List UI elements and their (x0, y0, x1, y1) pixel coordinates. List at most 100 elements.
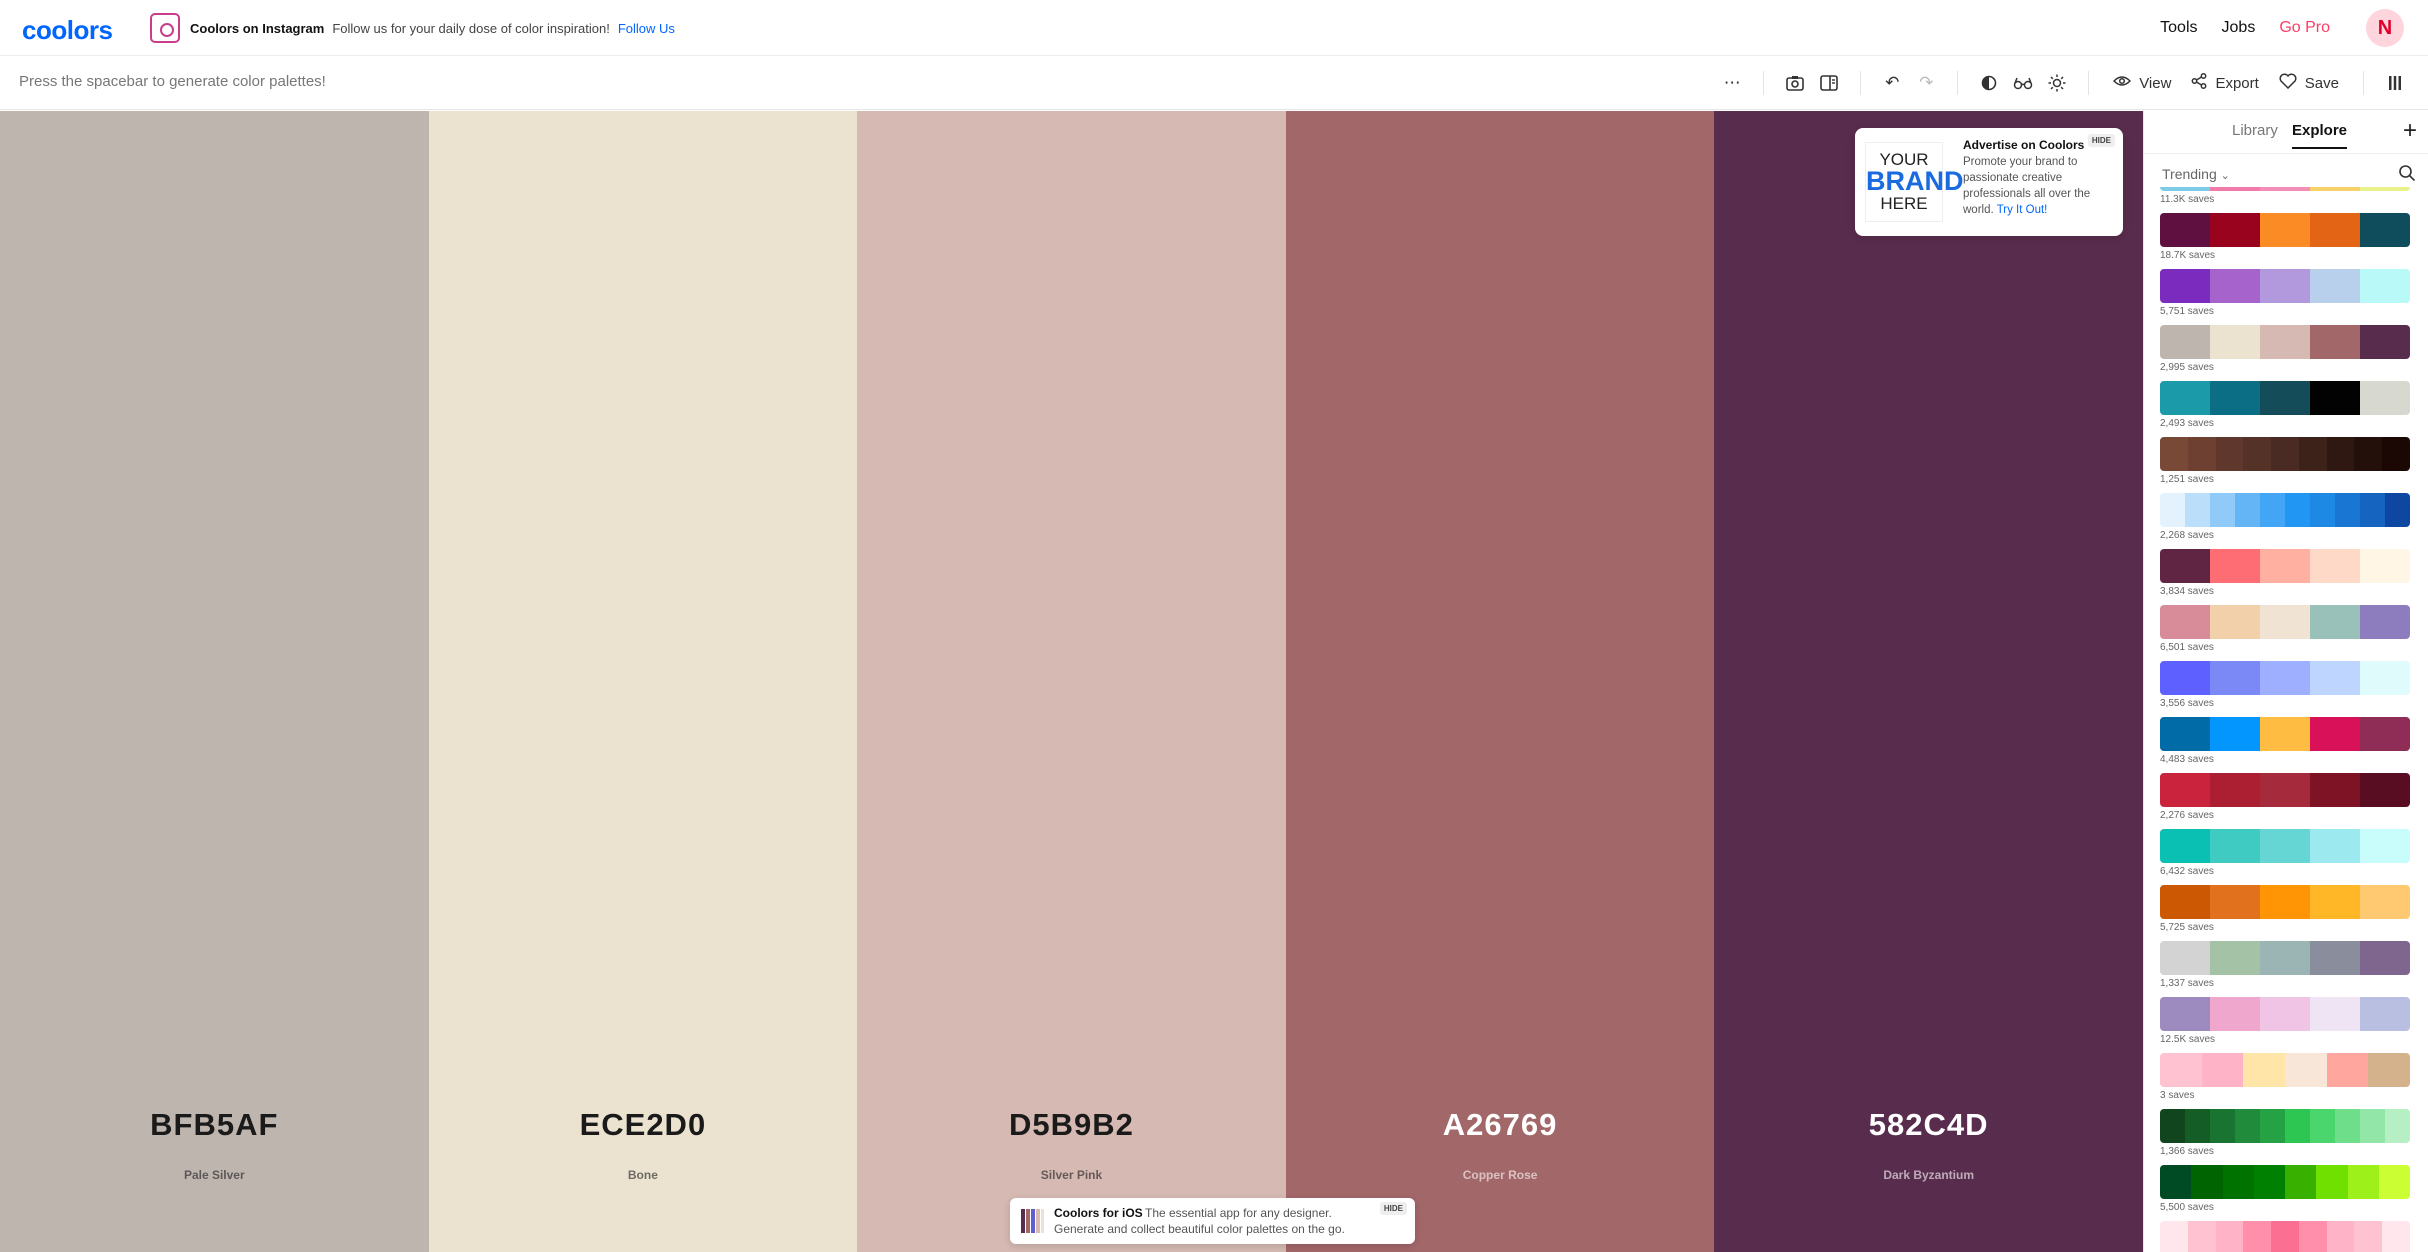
columns-menu-icon[interactable] (2378, 56, 2412, 110)
explore-palette-item[interactable]: 5,751 saves (2160, 269, 2410, 325)
explore-palette-item[interactable]: 11.3K saves (2160, 187, 2410, 213)
nav-jobs[interactable]: Jobs (2222, 19, 2256, 37)
ad-hide-button[interactable]: HIDE (2087, 134, 2115, 147)
explore-palette-item[interactable]: 2,276 saves (2160, 773, 2410, 829)
tab-explore[interactable]: Explore (2292, 122, 2348, 149)
save-count: 2,493 saves (2160, 418, 2214, 429)
panel-tabs: Library Explore + (2144, 111, 2428, 154)
explore-palette-item[interactable]: 2,268 saves (2160, 493, 2410, 549)
palette-swatch-bar[interactable] (2160, 885, 2410, 919)
save-button[interactable]: Save (2269, 56, 2349, 110)
palette-swatch (2310, 773, 2360, 807)
explore-palette-item[interactable]: 6,501 saves (2160, 605, 2410, 661)
color-column[interactable]: BFB5AF Pale Silver (0, 111, 429, 1252)
palette-swatch-bar[interactable] (2160, 549, 2410, 583)
ios-banner-text: The essential app for any designer. (1145, 1206, 1332, 1220)
explore-palette-item[interactable]: 1,251 saves (2160, 437, 2410, 493)
color-hex[interactable]: BFB5AF (0, 1107, 429, 1143)
palette-swatch (2160, 325, 2210, 359)
color-hex[interactable]: A26769 (1286, 1107, 1715, 1143)
ad-try-link[interactable]: Try It Out! (1997, 204, 2048, 216)
palette-swatch (2210, 269, 2260, 303)
palette-swatch-bar[interactable] (2160, 661, 2410, 695)
palette-swatch (2310, 325, 2360, 359)
explore-palette-item[interactable] (2160, 1221, 2410, 1252)
palette-swatch (2222, 1165, 2254, 1199)
more-options-icon[interactable]: ⋯ (1715, 56, 1749, 110)
toolbar-actions: ⋯ ↶ ↷ View Export Save (1715, 56, 2428, 110)
color-column[interactable]: A26769 Copper Rose (1285, 111, 1715, 1252)
palette-swatch-bar[interactable] (2160, 717, 2410, 751)
palette-swatch-bar[interactable] (2160, 829, 2410, 863)
search-icon[interactable] (2398, 164, 2416, 182)
palette-swatch-bar[interactable] (2160, 997, 2410, 1031)
redo-icon[interactable]: ↷ (1909, 56, 1943, 110)
explore-palette-item[interactable]: 18.7K saves (2160, 213, 2410, 269)
sun-icon[interactable] (2040, 56, 2074, 110)
color-hex[interactable]: D5B9B2 (857, 1107, 1286, 1143)
palette-swatch (2160, 885, 2210, 919)
explore-palette-item[interactable]: 1,337 saves (2160, 941, 2410, 997)
color-hex[interactable]: ECE2D0 (429, 1107, 858, 1143)
palette-swatch-bar[interactable] (2160, 1109, 2410, 1143)
glasses-icon[interactable] (2006, 56, 2040, 110)
side-panel-icon[interactable] (1812, 56, 1846, 110)
palette-swatch-bar[interactable] (2160, 1053, 2410, 1087)
palette-swatch-bar[interactable] (2160, 437, 2410, 471)
palette-swatch-bar[interactable] (2160, 187, 2410, 191)
palette-swatch (2360, 1109, 2385, 1143)
camera-icon[interactable] (1778, 56, 1812, 110)
color-column[interactable]: D5B9B2 Silver Pink (857, 111, 1286, 1252)
export-button[interactable]: Export (2181, 56, 2268, 110)
explore-palette-item[interactable]: 2,493 saves (2160, 381, 2410, 437)
palette-swatch (2215, 437, 2244, 471)
explore-palette-item[interactable]: 6,432 saves (2160, 829, 2410, 885)
follow-us-link[interactable]: Follow Us (618, 21, 675, 36)
promo-title: Coolors on Instagram (190, 20, 325, 36)
palette-swatch (2235, 493, 2260, 527)
contrast-icon[interactable] (1972, 56, 2006, 110)
palette-swatch-bar[interactable] (2160, 269, 2410, 303)
explore-palette-item[interactable]: 3 saves (2160, 1053, 2410, 1109)
ios-hide-button[interactable]: HIDE (1379, 1202, 1407, 1215)
explore-palette-item[interactable]: 3,834 saves (2160, 549, 2410, 605)
palette-swatch-bar[interactable] (2160, 381, 2410, 415)
color-hex[interactable]: 582C4D (1714, 1107, 2143, 1143)
explore-palette-item[interactable]: 5,725 saves (2160, 885, 2410, 941)
trending-filter[interactable]: Trending ⌄ (2162, 166, 2230, 182)
color-column[interactable]: 582C4D Dark Byzantium (1714, 111, 2143, 1252)
explore-palette-item[interactable]: 3,556 saves (2160, 661, 2410, 717)
palette-swatch (2260, 1109, 2285, 1143)
palette-swatch (2385, 493, 2410, 527)
palette-swatch (2360, 549, 2410, 583)
add-icon[interactable]: + (2403, 117, 2417, 145)
explore-palette-item[interactable]: 1,366 saves (2160, 1109, 2410, 1165)
undo-icon[interactable]: ↶ (1875, 56, 1909, 110)
avatar[interactable]: N (2366, 9, 2404, 47)
nav-tools[interactable]: Tools (2160, 19, 2197, 37)
palette-swatch-bar[interactable] (2160, 941, 2410, 975)
palette-swatch-bar[interactable] (2160, 773, 2410, 807)
palette-swatch-bar[interactable] (2160, 1221, 2410, 1252)
explore-palette-item[interactable]: 2,995 saves (2160, 325, 2410, 381)
ios-app-banner[interactable]: Coolors for iOS The essential app for an… (1010, 1198, 1415, 1244)
palette-swatch-bar[interactable] (2160, 325, 2410, 359)
palette-swatch-bar[interactable] (2160, 605, 2410, 639)
tab-library[interactable]: Library (2232, 122, 2278, 139)
palette-swatch (2210, 1109, 2235, 1143)
view-button[interactable]: View (2103, 56, 2181, 110)
explore-palette-item[interactable]: 12.5K saves (2160, 997, 2410, 1053)
palette-swatch-bar[interactable] (2160, 213, 2410, 247)
advertisement-card[interactable]: HIDE YOUR BRAND HERE Advertise on Coolor… (1855, 128, 2123, 236)
palette-swatch-bar[interactable] (2160, 1165, 2410, 1199)
palette-swatch-bar[interactable] (2160, 493, 2410, 527)
coolors-logo[interactable]: coolors (22, 15, 113, 46)
color-column[interactable]: ECE2D0 Bone (428, 111, 858, 1252)
explore-palette-item[interactable]: 4,483 saves (2160, 717, 2410, 773)
save-count: 3,834 saves (2160, 586, 2214, 597)
eye-icon (2113, 74, 2132, 92)
palette-swatch (2160, 381, 2210, 415)
nav-go-pro[interactable]: Go Pro (2279, 19, 2330, 37)
explore-palette-item[interactable]: 5,500 saves (2160, 1165, 2410, 1221)
palette-swatch (2260, 213, 2310, 247)
